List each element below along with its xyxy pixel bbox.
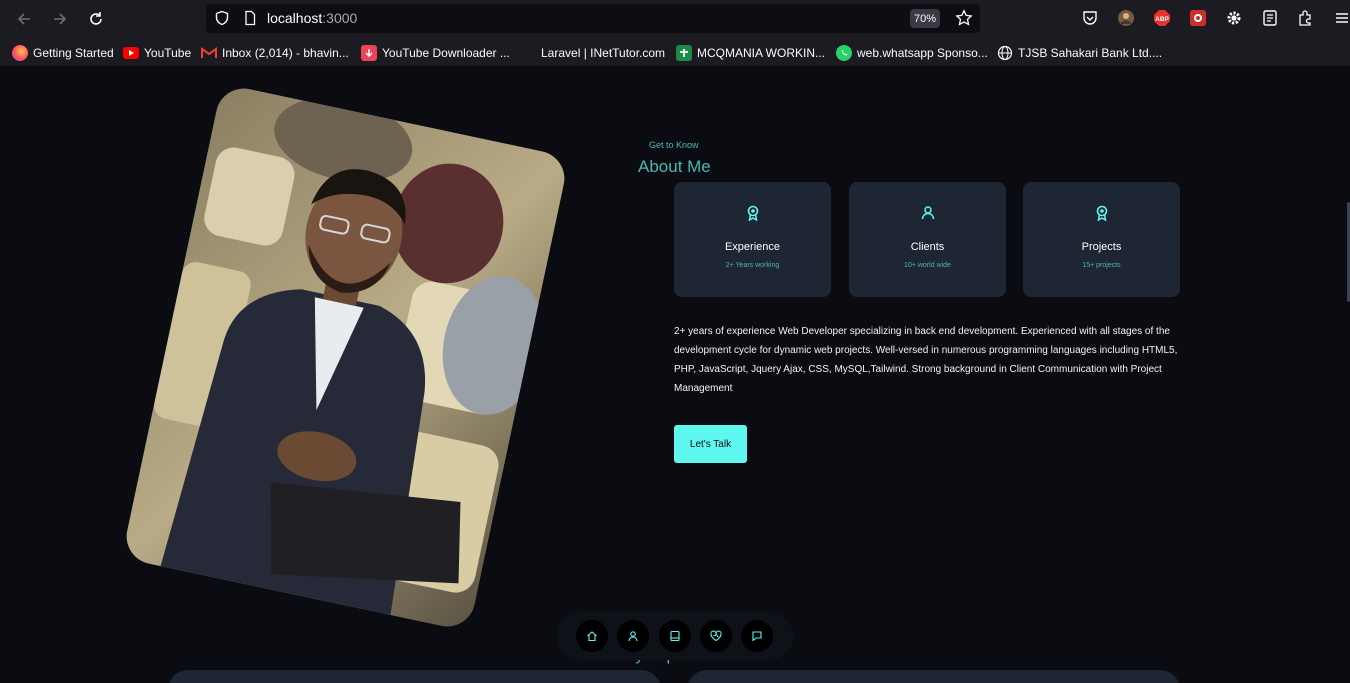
user-icon xyxy=(849,205,1006,221)
about-description: 2+ years of experience Web Developer spe… xyxy=(674,326,1178,394)
extension-red-icon[interactable] xyxy=(1188,8,1208,28)
extensions-icon[interactable] xyxy=(1296,8,1316,28)
youtube-icon xyxy=(123,46,139,59)
bookmark-label: YouTube xyxy=(144,45,192,60)
abp-label: ABP xyxy=(1155,16,1169,23)
zoom-level[interactable]: 70% xyxy=(910,9,940,28)
bookmark-getting-started[interactable]: Getting Started xyxy=(12,44,114,61)
shield-icon xyxy=(215,10,229,26)
star-icon[interactable] xyxy=(955,9,973,27)
bookmark-youtube[interactable]: YouTube xyxy=(123,44,191,61)
bookmark-label: Inbox (2,014) - bhavin... xyxy=(222,45,349,60)
arrow-left-icon xyxy=(17,13,30,25)
card-subtitle: 2+ Years working xyxy=(725,262,780,269)
services-icon xyxy=(710,630,722,642)
page-icon xyxy=(245,10,256,26)
menu-icon[interactable] xyxy=(1332,8,1350,28)
nav-home-button[interactable] xyxy=(576,620,608,652)
bookmark-label: YouTube Downloader ... xyxy=(382,45,510,60)
nav-experience-button[interactable] xyxy=(659,620,691,652)
book-icon xyxy=(670,630,680,642)
gmail-icon xyxy=(201,45,217,61)
nav-services-button[interactable] xyxy=(700,620,732,652)
bookmark-label: Laravel | INetTutor.com xyxy=(541,45,666,60)
experience-card-left xyxy=(168,670,661,683)
bookmark-label: MCQMANIA WORKIN... xyxy=(697,45,826,60)
profile-photo xyxy=(121,83,570,632)
back-button[interactable] xyxy=(13,8,35,30)
bookmark-label: TJSB Sahakari Bank Ltd.... xyxy=(1018,45,1163,60)
address-bar[interactable]: localhost:3000 70% xyxy=(206,4,980,33)
bookmarks-bar: Getting Started YouTube Inbox (2,014) - … xyxy=(0,38,1350,67)
section-title: About Me xyxy=(638,157,711,176)
bookmark-mcqmania[interactable]: MCQMANIA WORKIN... xyxy=(676,44,825,61)
account-avatar-icon[interactable] xyxy=(1116,8,1136,28)
user-icon xyxy=(628,631,638,642)
about-section: Get to Know About Me Experience 2+ Years… xyxy=(0,67,1350,683)
experience-card: Experience 2+ Years working xyxy=(674,182,831,297)
whatsapp-icon xyxy=(836,44,852,61)
url-port: :3000 xyxy=(322,10,358,26)
bookmark-tjsb[interactable]: TJSB Sahakari Bank Ltd.... xyxy=(997,44,1162,61)
award-icon xyxy=(1023,205,1180,221)
home-icon xyxy=(587,631,597,642)
browser-toolbar: localhost:3000 70% ABP xyxy=(0,0,1350,38)
url-text: localhost:3000 xyxy=(267,10,357,26)
award-icon xyxy=(674,205,831,221)
reload-button[interactable] xyxy=(85,8,107,30)
bottom-nav-dock xyxy=(557,612,793,660)
pocket-icon[interactable] xyxy=(1080,8,1100,28)
firefox-icon xyxy=(12,44,28,61)
nav-contact-button[interactable] xyxy=(741,620,773,652)
bookmark-youtube-downloader[interactable]: YouTube Downloader ... xyxy=(361,44,510,61)
download-icon xyxy=(361,44,377,61)
bookmark-label: web.whatsapp Sponso... xyxy=(857,45,988,60)
forward-button[interactable] xyxy=(49,8,71,30)
section-subtitle: Get to Know xyxy=(649,140,699,150)
nav-about-button[interactable] xyxy=(617,620,649,652)
message-icon xyxy=(752,631,762,642)
gear-icon[interactable] xyxy=(1224,8,1244,28)
card-subtitle: 10+ world wide xyxy=(904,262,951,269)
experience-card-right xyxy=(687,670,1180,683)
blank-icon xyxy=(520,45,536,61)
reload-icon xyxy=(90,12,102,25)
projects-card: Projects 15+ projects xyxy=(1023,182,1180,297)
lets-talk-button[interactable]: Let's Talk xyxy=(674,425,747,463)
bookmark-whatsapp[interactable]: web.whatsapp Sponso... xyxy=(836,44,988,61)
url-host: localhost xyxy=(267,10,323,26)
bookmark-laravel[interactable]: Laravel | INetTutor.com xyxy=(520,44,665,61)
card-subtitle: 15+ projects xyxy=(1082,262,1121,269)
adblock-plus-icon[interactable]: ABP xyxy=(1152,8,1172,28)
card-title: Clients xyxy=(910,241,945,253)
bookmark-inbox[interactable]: Inbox (2,014) - bhavin... xyxy=(201,44,349,61)
clients-card: Clients 10+ world wide xyxy=(849,182,1006,297)
card-title: Experience xyxy=(724,241,781,253)
bookmark-label: Getting Started xyxy=(33,45,114,60)
globe-icon xyxy=(997,45,1013,61)
reader-icon[interactable] xyxy=(1260,8,1280,28)
plus-box-icon xyxy=(676,44,692,61)
card-title: Projects xyxy=(1081,241,1122,253)
arrow-right-icon xyxy=(54,13,67,25)
